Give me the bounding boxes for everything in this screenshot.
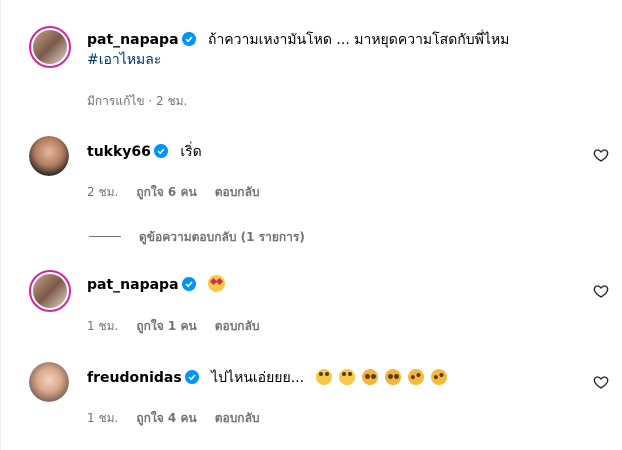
view-replies-label[interactable]: ดูข้อความตอบกลับ (1 รายการ): [139, 230, 305, 244]
verified-badge-icon: [153, 144, 168, 162]
comment-meta: 2 ชม. ถูกใจ 6 คน ตอบกลับ: [87, 183, 278, 202]
comment-meta: 1 ชม. ถูกใจ 4 คน ตอบกลับ: [87, 409, 278, 428]
avatar[interactable]: [29, 362, 69, 402]
comment-time: 1 ชม.: [87, 319, 119, 333]
heart-icon[interactable]: [593, 147, 609, 163]
comment-likes[interactable]: ถูกใจ 6 คน: [136, 185, 196, 199]
pleading-emoji: [362, 369, 379, 385]
comment-username[interactable]: freudonidas: [87, 370, 182, 386]
left-border: [0, 0, 1, 450]
caption-text: ถ้าความเหงามันโหด ... มาหยุดความโสดกับพี…: [207, 32, 510, 48]
pleading-emoji: [385, 369, 402, 385]
verified-badge-icon: [184, 370, 199, 388]
comment-text: ไปไหนเอ่ยยย...: [211, 370, 305, 386]
post-username[interactable]: pat_napapa: [87, 32, 179, 48]
comment-line: pat_napapa: [87, 275, 232, 295]
comment-username[interactable]: pat_napapa: [87, 277, 179, 293]
comment-time: 2 ชม.: [87, 185, 119, 199]
reply-button[interactable]: ตอบกลับ: [215, 319, 260, 333]
verified-badge-icon: [181, 32, 196, 50]
heart-icon[interactable]: [593, 374, 609, 390]
avatar[interactable]: [29, 26, 71, 68]
view-replies[interactable]: ดูข้อความตอบกลับ (1 รายการ): [89, 226, 305, 247]
avatar-image: [33, 30, 67, 64]
avatar[interactable]: [29, 270, 71, 312]
avatar-image: [33, 274, 67, 308]
caption-hashtag[interactable]: #เอาไหมละ: [87, 49, 161, 71]
comment-username[interactable]: tukky66: [87, 144, 151, 160]
comment-time: 1 ชม.: [87, 411, 119, 425]
comment-line: tukky66 เริ่ด: [87, 141, 202, 163]
comment-likes[interactable]: ถูกใจ 4 คน: [136, 411, 196, 425]
avatar[interactable]: [29, 136, 69, 176]
eye-roll-emoji: [316, 369, 333, 385]
caption-line: pat_napapa ถ้าความเหงามันโหด ... มาหยุดค…: [87, 29, 509, 51]
verified-badge-icon: [181, 277, 196, 295]
comment-likes[interactable]: ถูกใจ 1 คน: [136, 319, 196, 333]
replies-line: [89, 236, 121, 237]
heart-eyes-emoji: [207, 275, 232, 293]
rolling-laughing-emoji: [405, 366, 427, 388]
reply-button[interactable]: ตอบกลับ: [215, 411, 260, 425]
post-meta: มีการแก้ไข · 2 ชม.: [87, 94, 188, 108]
avatar-image: [29, 136, 69, 176]
reply-button[interactable]: ตอบกลับ: [215, 185, 260, 199]
avatar-image: [29, 362, 69, 402]
rolling-laughing-emoji: [428, 366, 450, 388]
comment-meta: 1 ชม. ถูกใจ 1 คน ตอบกลับ: [87, 317, 278, 336]
comment-line: freudonidas ไปไหนเอ่ยยย...: [87, 366, 454, 389]
comment-text: เริ่ด: [180, 144, 202, 160]
heart-icon[interactable]: [593, 283, 609, 299]
eye-roll-emoji: [339, 369, 356, 385]
